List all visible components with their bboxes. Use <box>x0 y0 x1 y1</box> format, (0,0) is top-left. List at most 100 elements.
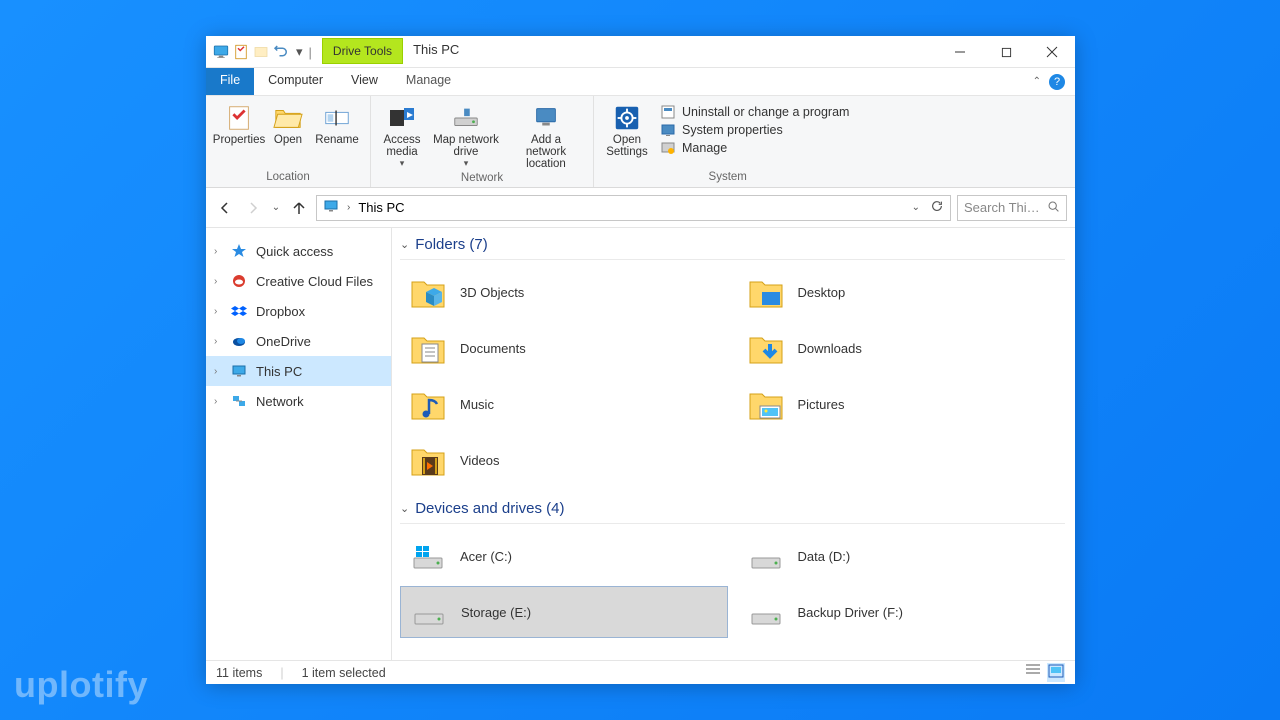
details-view-icon[interactable] <box>1025 663 1041 682</box>
drive-icon <box>746 592 786 632</box>
manage-link[interactable]: Manage <box>660 140 849 156</box>
address-dropdown-icon[interactable]: ⌄ <box>912 202 920 213</box>
pictures-folder-icon <box>746 384 786 424</box>
network-icon <box>230 392 248 410</box>
undo-icon[interactable] <box>272 43 290 61</box>
maximize-button[interactable] <box>983 36 1029 68</box>
folders-grid: 3D Objects Desktop Documents <box>400 264 1065 498</box>
folder-documents[interactable]: Documents <box>400 322 728 374</box>
expand-icon[interactable]: › <box>214 396 222 407</box>
map-network-drive-button[interactable]: Map network drive ▾ <box>427 100 505 171</box>
collapse-ribbon-icon[interactable]: ⌃ <box>1033 76 1041 87</box>
title-bar: ▾ | Drive Tools This PC <box>206 36 1075 68</box>
search-input[interactable]: Search Thi… <box>957 195 1067 221</box>
sidebar-item-label: Network <box>256 394 304 409</box>
onedrive-cloud-icon <box>230 332 248 350</box>
help-icon[interactable]: ? <box>1049 74 1065 90</box>
system-properties-icon <box>660 122 676 138</box>
drive-f[interactable]: Backup Driver (F:) <box>738 586 1066 638</box>
quick-access-star-icon <box>230 242 248 260</box>
sidebar-item-dropbox[interactable]: › Dropbox <box>206 296 391 326</box>
address-path: This PC <box>358 200 404 215</box>
group-header-folders[interactable]: ⌄ Folders (7) <box>400 234 1065 260</box>
uninstall-program-link[interactable]: Uninstall or change a program <box>660 104 849 120</box>
up-button[interactable] <box>288 197 310 219</box>
back-button[interactable] <box>214 197 236 219</box>
recent-dropdown[interactable]: ⌄ <box>270 197 282 219</box>
add-network-location-icon <box>530 102 562 134</box>
new-folder-icon[interactable] <box>252 43 270 61</box>
tab-manage[interactable]: Manage <box>392 68 465 95</box>
expand-icon[interactable]: › <box>214 306 222 317</box>
sidebar-item-label: This PC <box>256 364 302 379</box>
address-bar-row: ⌄ › This PC ⌄ Search Thi… <box>206 188 1075 228</box>
access-media-icon <box>386 102 418 134</box>
group-header-drives[interactable]: ⌄ Devices and drives (4) <box>400 498 1065 524</box>
expand-icon[interactable]: › <box>214 276 222 287</box>
add-network-location-button[interactable]: Add a network location <box>505 100 587 172</box>
qat-dropdown[interactable]: ▾ <box>292 44 307 60</box>
close-button[interactable] <box>1029 36 1075 68</box>
folder-desktop[interactable]: Desktop <box>738 266 1066 318</box>
qat-divider: | <box>309 45 312 60</box>
dropdown-icon: ▾ <box>464 158 469 169</box>
uninstall-icon <box>660 104 676 120</box>
sidebar-item-this-pc[interactable]: › This PC <box>206 356 391 386</box>
manage-icon <box>660 140 676 156</box>
minimize-button[interactable] <box>937 36 983 68</box>
sidebar-item-quick-access[interactable]: › Quick access <box>206 236 391 266</box>
body: › Quick access › Creative Cloud Files › … <box>206 228 1075 660</box>
watermark: uplotify <box>14 664 148 706</box>
expand-icon[interactable]: › <box>214 366 222 377</box>
status-item-count: 11 items <box>216 666 262 680</box>
open-settings-button[interactable]: Open Settings <box>600 100 654 160</box>
drive-d[interactable]: Data (D:) <box>738 530 1066 582</box>
status-bar: 11 items | 1 item selected <box>206 660 1075 684</box>
system-properties-link[interactable]: System properties <box>660 122 849 138</box>
expand-icon[interactable]: › <box>214 246 222 257</box>
folder-pictures[interactable]: Pictures <box>738 378 1066 430</box>
tab-file[interactable]: File <box>206 68 254 95</box>
drive-tools-contextual-tab[interactable]: Drive Tools <box>322 38 403 64</box>
tab-view[interactable]: View <box>337 68 392 95</box>
drive-e[interactable]: Storage (E:) <box>400 586 728 638</box>
folder-videos[interactable]: Videos <box>400 434 728 486</box>
tab-computer[interactable]: Computer <box>254 68 337 95</box>
properties-icon <box>223 102 255 134</box>
collapse-icon: ⌄ <box>400 238 409 251</box>
this-pc-icon[interactable] <box>212 43 230 61</box>
sidebar-item-label: Creative Cloud Files <box>256 274 373 289</box>
sidebar-item-onedrive[interactable]: › OneDrive <box>206 326 391 356</box>
properties-button[interactable]: Properties <box>212 100 266 148</box>
collapse-icon: ⌄ <box>400 502 409 515</box>
large-icons-view-icon[interactable] <box>1047 663 1065 682</box>
system-links: Uninstall or change a program System pro… <box>654 100 855 160</box>
rename-button[interactable]: Rename <box>310 100 364 148</box>
settings-gear-icon <box>611 102 643 134</box>
forward-button[interactable] <box>242 197 264 219</box>
status-selection: 1 item selected <box>302 666 386 680</box>
chevron-right-icon[interactable]: › <box>347 202 350 213</box>
ribbon-group-location: Properties Open Rename Location <box>206 96 371 187</box>
folder-downloads[interactable]: Downloads <box>738 322 1066 374</box>
ribbon-tabs: File Computer View Manage ⌃ ? <box>206 68 1075 96</box>
folder-3d-objects[interactable]: 3D Objects <box>400 266 728 318</box>
properties-icon[interactable] <box>232 43 250 61</box>
videos-folder-icon <box>408 440 448 480</box>
access-media-button[interactable]: Access media ▾ <box>377 100 427 171</box>
window-title: This PC <box>403 36 469 63</box>
address-bar[interactable]: › This PC ⌄ <box>316 195 951 221</box>
file-explorer-window: ▾ | Drive Tools This PC File Computer Vi… <box>206 36 1075 684</box>
drive-icon <box>746 536 786 576</box>
sidebar-item-network[interactable]: › Network <box>206 386 391 416</box>
open-folder-icon <box>272 102 304 134</box>
expand-icon[interactable]: › <box>214 336 222 347</box>
refresh-icon[interactable] <box>930 199 944 216</box>
open-button[interactable]: Open <box>266 100 310 148</box>
dropdown-icon: ▾ <box>400 158 405 169</box>
drive-c[interactable]: Acer (C:) <box>400 530 728 582</box>
sidebar-item-creative-cloud[interactable]: › Creative Cloud Files <box>206 266 391 296</box>
content-pane: ⌄ Folders (7) 3D Objects Desktop <box>392 228 1075 660</box>
folder-music[interactable]: Music <box>400 378 728 430</box>
this-pc-icon <box>323 198 339 217</box>
